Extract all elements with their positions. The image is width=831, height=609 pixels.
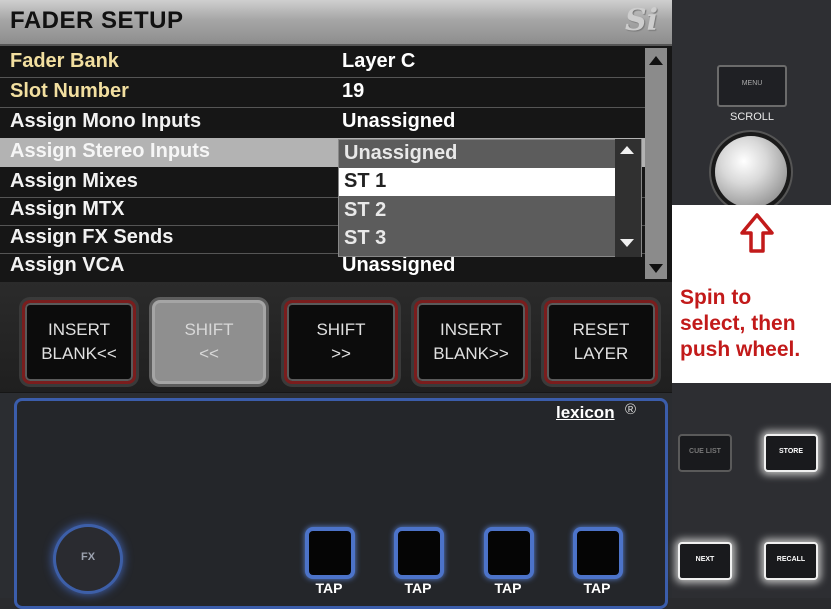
tap-button-2[interactable] <box>394 527 444 579</box>
title-bar: FADER SETUP Si <box>0 0 672 46</box>
param-row-assign-mono-inputs[interactable]: Assign Mono Inputs Unassigned <box>0 108 662 137</box>
dropdown-item[interactable]: Unassigned <box>339 140 615 168</box>
fader-setup-screen: FADER SETUP Si Fader Bank Layer C Slot N… <box>0 0 672 393</box>
page-title: FADER SETUP <box>10 7 184 34</box>
insert-blank-left-button[interactable]: INSERT BLANK<< <box>22 300 136 384</box>
dropdown-item-highlighted[interactable]: ST 1 <box>339 168 615 196</box>
shift-left-button[interactable]: SHIFT << <box>152 300 266 384</box>
dropdown-up-arrow-icon[interactable] <box>620 146 634 154</box>
dropdown-down-arrow-icon[interactable] <box>620 239 634 247</box>
param-label: Slot Number <box>10 80 129 102</box>
param-label: Assign MTX <box>10 198 125 220</box>
scroll-label: SCROLL <box>729 111 775 123</box>
tap-button-4[interactable] <box>573 527 623 579</box>
recall-button[interactable]: RECALL <box>764 542 818 580</box>
scroll-down-arrow-icon[interactable] <box>649 264 663 273</box>
instruction-line: Spin to <box>680 286 752 309</box>
next-button[interactable]: NEXT <box>678 542 732 580</box>
registered-mark: ® <box>625 401 637 418</box>
param-label: Assign VCA <box>10 254 125 276</box>
stereo-inputs-dropdown[interactable]: Unassigned ST 1 ST 2 ST 3 <box>338 139 642 257</box>
instruction-line: select, then <box>680 312 796 335</box>
param-value: Layer C <box>342 50 416 72</box>
dropdown-item[interactable]: ST 2 <box>339 197 615 225</box>
cue-list-button[interactable]: CUE LIST <box>678 434 732 472</box>
fx-knob[interactable]: FX <box>56 527 120 591</box>
list-scrollbar[interactable] <box>645 48 667 279</box>
insert-blank-right-button[interactable]: INSERT BLANK>> <box>414 300 528 384</box>
tap-button-3[interactable] <box>484 527 534 579</box>
param-value: 19 <box>342 80 365 102</box>
reset-layer-button[interactable]: RESET LAYER <box>544 300 658 384</box>
softkey-row: INSERT BLANK<< SHIFT << SHIFT >> INSERT BLAN… <box>0 282 672 392</box>
tap-button-1[interactable] <box>305 527 355 579</box>
param-label: Fader Bank <box>10 50 119 72</box>
shift-right-button[interactable]: SHIFT >> <box>284 300 398 384</box>
scroll-wheel-knob[interactable] <box>715 136 787 208</box>
param-row-slot-number[interactable]: Slot Number 19 <box>0 78 662 107</box>
instruction-line: push wheel. <box>680 338 801 361</box>
param-label: Assign FX Sends <box>10 226 174 248</box>
lexicon-logo: lexicon <box>556 403 615 422</box>
up-arrow-icon <box>740 213 774 253</box>
param-value: Unassigned <box>342 254 456 276</box>
scroll-up-arrow-icon[interactable] <box>649 56 663 65</box>
tap-label: TAP <box>404 580 432 596</box>
param-label: Assign Mixes <box>10 170 138 192</box>
param-label: Assign Stereo Inputs <box>10 140 211 162</box>
param-label: Assign Mono Inputs <box>10 110 202 132</box>
instruction-text: Spin to select, then push wheel. <box>680 285 800 363</box>
si-logo: Si <box>624 3 658 38</box>
tap-label: TAP <box>583 580 611 596</box>
tap-label: TAP <box>315 580 343 596</box>
menu-button[interactable]: MENU <box>717 65 787 107</box>
param-row-fader-bank[interactable]: Fader Bank Layer C <box>0 48 662 77</box>
dropdown-item[interactable]: ST 3 <box>339 225 615 253</box>
store-button[interactable]: STORE <box>764 434 818 472</box>
param-value: Unassigned <box>342 110 456 132</box>
tap-label: TAP <box>494 580 522 596</box>
